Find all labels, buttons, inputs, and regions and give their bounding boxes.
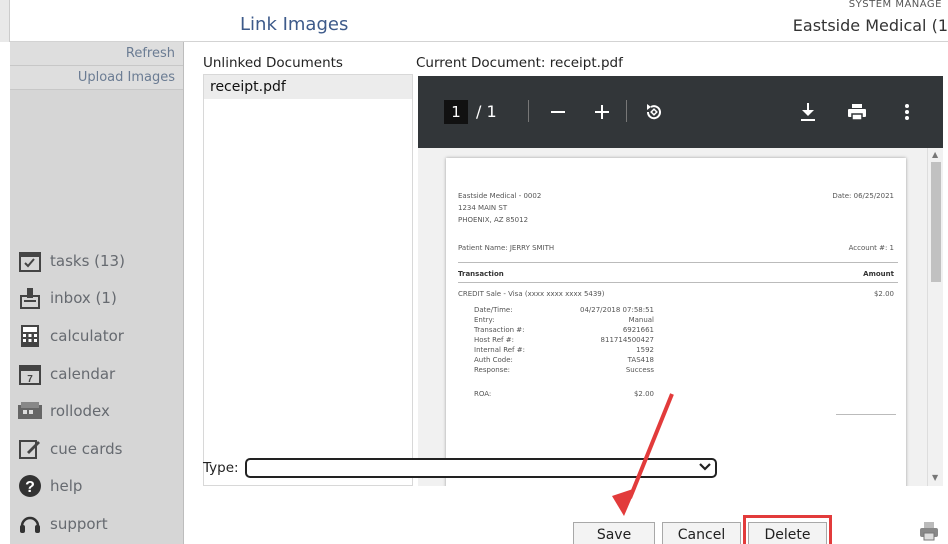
toolbar-divider bbox=[528, 100, 529, 122]
chevron-down-icon bbox=[698, 461, 711, 475]
receipt-line: CREDIT Sale - Visa (xxxx xxxx xxxx 5439) bbox=[458, 290, 605, 298]
toolbar-divider bbox=[626, 100, 627, 122]
receipt-detail-value: TAS418 bbox=[627, 356, 654, 364]
support-icon bbox=[16, 511, 44, 537]
sidebar-item-label: inbox (1) bbox=[50, 289, 117, 308]
sidebar-item-label: cue cards bbox=[50, 439, 123, 458]
unlinked-documents-heading: Unlinked Documents bbox=[203, 55, 343, 71]
sidebar-nav: tasks (13) inbox (1) calculator 7 calend… bbox=[16, 242, 181, 543]
receipt-detail-key: Date/Time: bbox=[474, 306, 513, 314]
rolodex-icon bbox=[16, 398, 44, 424]
receipt-address-1: 1234 MAIN ST bbox=[458, 204, 508, 212]
sidebar-item-label: support bbox=[50, 514, 108, 533]
receipt-detail-key: Host Ref #: bbox=[474, 336, 514, 344]
sidebar-item-label: rollodex bbox=[50, 402, 110, 421]
upload-images-link[interactable]: Upload Images bbox=[10, 66, 183, 90]
sidebar-item-cue-cards[interactable]: cue cards bbox=[16, 430, 181, 468]
receipt-company: Eastside Medical - 0002 bbox=[458, 192, 542, 200]
download-icon[interactable] bbox=[794, 98, 822, 126]
page-title: Link Images bbox=[240, 14, 349, 35]
sidebar-item-rollodex[interactable]: rollodex bbox=[16, 392, 181, 430]
clinic-name: Eastside Medical (1 bbox=[792, 16, 948, 35]
help-icon: ? bbox=[16, 473, 44, 499]
receipt-detail-value: 1592 bbox=[636, 346, 654, 354]
receipt-detail-value: 811714500427 bbox=[600, 336, 654, 344]
header-left-strip bbox=[0, 0, 10, 42]
receipt-divider bbox=[836, 414, 896, 415]
receipt-col-transaction: Transaction bbox=[458, 270, 504, 278]
sidebar-item-tasks[interactable]: tasks (13) bbox=[16, 242, 181, 280]
scroll-up-icon[interactable]: ▲ bbox=[932, 150, 938, 159]
receipt-detail-key: Transaction #: bbox=[474, 326, 525, 334]
receipt-detail-value: 6921661 bbox=[622, 326, 654, 334]
receipt-detail-key: Response: bbox=[474, 366, 510, 374]
receipt-divider bbox=[458, 262, 898, 263]
pdf-viewer: 1 / 1 Eastside Medical - 0002 1234 MAIN … bbox=[418, 76, 943, 486]
receipt-detail-key: Auth Code: bbox=[474, 356, 513, 364]
page-total: / 1 bbox=[476, 102, 497, 121]
list-item[interactable]: receipt.pdf bbox=[204, 75, 412, 99]
zoom-out-icon[interactable] bbox=[544, 98, 572, 126]
top-header: Link Images SYSTEM MANAGE Eastside Medic… bbox=[0, 0, 948, 42]
zoom-in-icon[interactable] bbox=[588, 98, 616, 126]
svg-text:?: ? bbox=[25, 479, 35, 496]
receipt-detail-value: 04/27/2018 07:58:51 bbox=[579, 306, 654, 314]
rotate-icon[interactable] bbox=[640, 98, 668, 126]
receipt-col-amount: Amount bbox=[863, 270, 894, 278]
tasks-icon bbox=[16, 248, 44, 274]
more-options-icon[interactable] bbox=[893, 98, 921, 126]
calculator-icon bbox=[16, 323, 44, 349]
pdf-toolbar: 1 / 1 bbox=[418, 76, 943, 148]
receipt-line-amount: $2.00 bbox=[873, 290, 894, 298]
cue-cards-icon bbox=[16, 436, 44, 462]
receipt-detail-key: Internal Ref #: bbox=[474, 346, 525, 354]
sidebar-item-label: calculator bbox=[50, 326, 124, 345]
print-icon[interactable] bbox=[843, 98, 871, 126]
link-images-panel: Unlinked Documents Current Document: rec… bbox=[195, 50, 943, 544]
svg-text:7: 7 bbox=[27, 374, 33, 385]
inbox-icon bbox=[16, 285, 44, 311]
sidebar-item-label: calendar bbox=[50, 364, 116, 383]
system-manager-label: SYSTEM MANAGE bbox=[848, 0, 942, 10]
scroll-down-icon[interactable]: ▼ bbox=[932, 473, 938, 482]
sidebar-item-calculator[interactable]: calculator bbox=[16, 317, 181, 355]
page-number-input[interactable]: 1 bbox=[444, 100, 468, 124]
receipt-date: Date: 06/25/2021 bbox=[832, 192, 894, 200]
scrollbar-thumb[interactable] bbox=[931, 162, 941, 282]
receipt-account: Account #: 1 bbox=[848, 244, 894, 252]
sidebar-item-support[interactable]: support bbox=[16, 505, 181, 543]
calendar-icon: 7 bbox=[16, 361, 44, 387]
receipt-divider bbox=[458, 282, 898, 283]
receipt-detail-key: Entry: bbox=[474, 316, 495, 324]
sidebar-item-label: tasks (13) bbox=[50, 251, 125, 270]
pdf-scrollbar[interactable]: ▲ ▼ bbox=[927, 148, 943, 486]
type-label: Type: bbox=[203, 460, 239, 476]
current-document-heading: Current Document: receipt.pdf bbox=[416, 55, 623, 71]
printer-icon[interactable] bbox=[918, 520, 940, 542]
receipt-detail-value: Success bbox=[625, 366, 654, 374]
sidebar-item-inbox[interactable]: inbox (1) bbox=[16, 280, 181, 318]
sidebar: Refresh Upload Images tasks (13) inbox (… bbox=[10, 42, 184, 544]
sidebar-item-help[interactable]: ? help bbox=[16, 468, 181, 506]
annotation-arrow bbox=[612, 393, 674, 516]
refresh-link[interactable]: Refresh bbox=[10, 42, 183, 66]
receipt-detail-value: Manual bbox=[628, 316, 654, 324]
pdf-page-area[interactable]: Eastside Medical - 0002 1234 MAIN ST PHO… bbox=[418, 148, 943, 486]
delete-highlight-box bbox=[743, 515, 832, 544]
receipt-patient: Patient Name: JERRY SMITH bbox=[458, 244, 555, 252]
receipt-roa-label: ROA: bbox=[474, 390, 492, 398]
sidebar-item-label: help bbox=[50, 477, 83, 496]
receipt-address-2: PHOENIX, AZ 85012 bbox=[458, 216, 529, 224]
unlinked-documents-list: receipt.pdf bbox=[203, 74, 413, 486]
sidebar-item-calendar[interactable]: 7 calendar bbox=[16, 355, 181, 393]
